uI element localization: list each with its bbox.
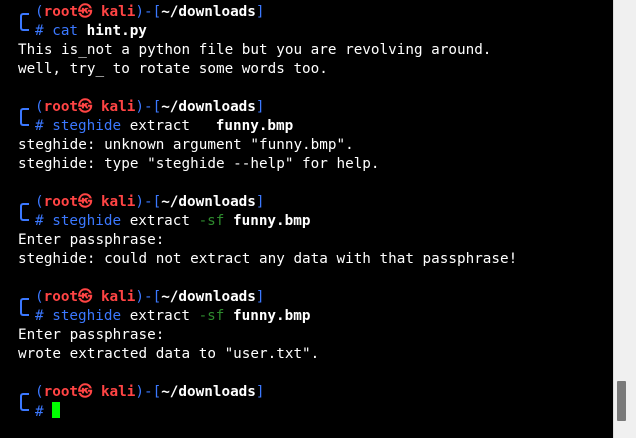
command-token: steghide (52, 308, 122, 324)
command-token: -sf (198, 308, 225, 324)
command-line: # (35, 402, 61, 421)
command-token (224, 308, 233, 324)
prompt-bracket: ( (35, 194, 44, 210)
prompt-user: root㉿ kali (43, 194, 136, 210)
prompt-corner-bottom (20, 401, 29, 411)
prompt-symbol: # (35, 404, 53, 420)
prompt-bracket: )-[ (135, 194, 162, 210)
prompt-header: (root㉿ kali)-[~/downloads] (35, 98, 265, 117)
output-line: This is_not a python file but you are re… (18, 42, 492, 58)
prompt-bracket: ( (35, 99, 44, 115)
prompt-header: (root㉿ kali)-[~/downloads] (35, 383, 265, 402)
prompt-corner-bottom (20, 116, 29, 126)
prompt-user: root㉿ kali (43, 384, 136, 400)
prompt-user: root㉿ kali (43, 4, 136, 20)
prompt-header: (root㉿ kali)-[~/downloads] (35, 193, 265, 212)
prompt-bracket: )-[ (135, 99, 162, 115)
text-cursor[interactable] (52, 402, 61, 418)
command-token (224, 213, 233, 229)
command-token: hint.py (86, 23, 147, 39)
output-line: steghide: unknown argument "funny.bmp". (18, 137, 354, 153)
prompt-bracket: )-[ (135, 4, 162, 20)
command-token: funny.bmp (233, 308, 311, 324)
command-token: steghide (52, 213, 122, 229)
prompt-symbol: # (35, 213, 53, 229)
prompt-corner-bottom (20, 306, 29, 316)
prompt-dir: ~/downloads (161, 194, 256, 210)
prompt-user: root㉿ kali (43, 99, 136, 115)
command-token: cat (52, 23, 79, 39)
prompt-bracket: ( (35, 4, 44, 20)
output-line: wrote extracted data to "user.txt". (18, 346, 320, 362)
command-token: extract (121, 213, 199, 229)
command-line: # steghide extract funny.bmp (35, 117, 293, 136)
output-line: well, try_ to rotate some words too. (18, 61, 328, 77)
prompt-bracket: ] (255, 4, 265, 20)
prompt-symbol: # (35, 308, 53, 324)
scrollbar-track[interactable] (613, 0, 636, 438)
prompt-bracket: )-[ (135, 384, 162, 400)
output-line: Enter passphrase: (18, 232, 165, 248)
prompt-symbol: # (35, 23, 53, 39)
prompt-bracket: ] (255, 99, 265, 115)
output-line: Enter passphrase: (18, 327, 165, 343)
command-token: extract (121, 308, 199, 324)
prompt-dir: ~/downloads (161, 289, 256, 305)
prompt-bracket: ( (35, 289, 44, 305)
output-line: steghide: type "steghide --help" for hel… (18, 156, 380, 172)
command-line: # cat hint.py (35, 22, 147, 41)
command-token: extract (121, 118, 216, 134)
prompt-dir: ~/downloads (161, 4, 256, 20)
command-token: funny.bmp (215, 118, 294, 134)
prompt-user: root㉿ kali (43, 289, 136, 305)
prompt-corner-bottom (20, 211, 29, 221)
command-token: steghide (52, 118, 122, 134)
terminal-window[interactable]: (root㉿ kali)-[~/downloads] # cat hint.py T… (0, 0, 613, 438)
prompt-bracket: )-[ (135, 289, 162, 305)
prompt-bracket: ( (35, 384, 44, 400)
prompt-dir: ~/downloads (161, 99, 256, 115)
prompt-bracket: ] (255, 194, 265, 210)
command-line: # steghide extract -sf funny.bmp (35, 212, 310, 231)
command-token (78, 23, 87, 39)
prompt-corner-bottom (20, 21, 29, 31)
prompt-header: (root㉿ kali)-[~/downloads] (35, 288, 265, 307)
command-token: -sf (198, 213, 225, 229)
output-line: steghide: could not extract any data wit… (18, 251, 518, 267)
command-token: funny.bmp (233, 213, 311, 229)
prompt-dir: ~/downloads (161, 384, 256, 400)
prompt-bracket: ] (255, 289, 265, 305)
prompt-bracket: ] (255, 384, 265, 400)
scrollbar-thumb[interactable] (617, 381, 626, 421)
prompt-header: (root㉿ kali)-[~/downloads] (35, 3, 265, 22)
prompt-symbol: # (35, 118, 53, 134)
command-line: # steghide extract -sf funny.bmp (35, 307, 310, 326)
